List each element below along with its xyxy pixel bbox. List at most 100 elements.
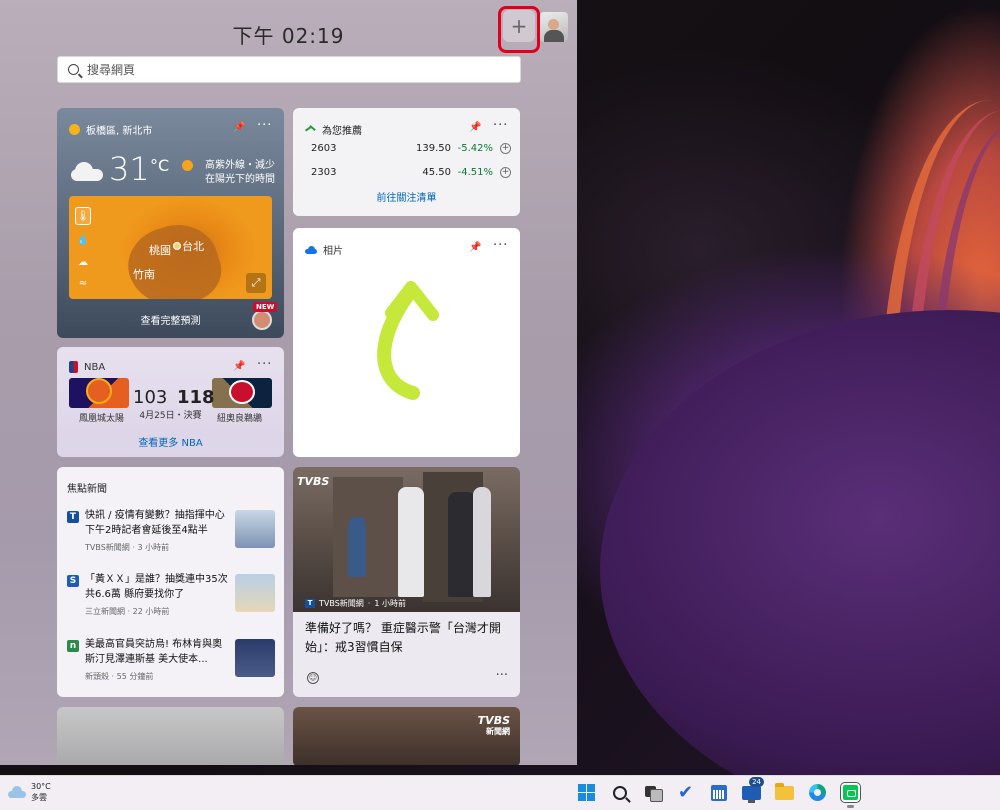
taskbar-weather[interactable]: 30°C 多雲 (8, 781, 51, 803)
taskbar-condition: 多雲 (31, 793, 47, 802)
weather-forecast-link[interactable]: 查看完整預測 (57, 312, 284, 327)
wind-icon[interactable]: ≈ (79, 278, 87, 289)
photos-title: 相片 (323, 246, 343, 257)
start-button[interactable] (574, 780, 599, 805)
user-avatar[interactable] (540, 12, 568, 42)
away-score: 118 (177, 387, 215, 408)
arrow-up-icon (377, 281, 439, 400)
weather-card[interactable]: 板橋區, 新北市 📌 ··· 31 °C 高紫外線・減少在陽光下的時間 🌡 💧 … (57, 108, 284, 338)
news-item[interactable]: n 美最高官員突訪烏! 布林肯與奧斯汀見澤連斯基 美大使本... 新頭殼 · 5… (67, 637, 279, 685)
nba-more-link[interactable]: 查看更多 NBA (57, 434, 284, 449)
search-box[interactable] (57, 56, 521, 83)
featured-news-card[interactable]: TVBS T TVBS新聞網 · 1 小時前 準備好了嗎？ 重症醫示警「台灣才開始」… (293, 467, 520, 697)
task-view-icon (644, 785, 663, 802)
add-stock-icon[interactable]: + (500, 143, 511, 154)
tvbs-logo-icon: T (67, 511, 79, 523)
pin-icon[interactable]: 📌 (233, 122, 245, 133)
game-date: 4月25日・決賽 (139, 411, 202, 421)
more-options-icon[interactable]: ··· (257, 357, 272, 372)
windows-icon (578, 784, 595, 801)
news-card-partial[interactable] (57, 707, 284, 765)
home-score: 103 (133, 387, 168, 408)
away-team-name: 紐奧良鵜鶘 (217, 414, 263, 424)
pelicans-logo (212, 378, 272, 408)
map-layer-selector: 🌡 💧 ☁ ≈ (71, 202, 95, 294)
photos-card[interactable]: 相片 📌 ··· (293, 228, 520, 457)
raindrop-icon[interactable]: 💧 (77, 235, 89, 246)
stock-row[interactable]: 2303 45.50 -4.51% + (311, 167, 511, 178)
edge-button[interactable] (805, 780, 830, 805)
news-meta: 新頭殼 · 55 分鐘前 (85, 672, 154, 681)
more-options-icon[interactable]: ··· (257, 118, 272, 133)
suns-logo (69, 378, 129, 408)
weather-temp: 31 (109, 150, 150, 188)
widgets-panel: 下午 02:19 + 板橋區, 新北市 📌 ··· 31 °C 高紫外線・減少在… (0, 0, 577, 765)
pin-icon[interactable]: 📌 (233, 361, 245, 372)
taskbar: 30°C 多雲 ✔ 24 (0, 775, 1000, 810)
news-photo: TVBS T TVBS新聞網 · 1 小時前 (293, 467, 520, 612)
search-input[interactable] (87, 62, 487, 77)
file-explorer-button[interactable] (772, 780, 797, 805)
news-item[interactable]: T 快訊 / 疫情有變數？抽指揮中心下午2時記者會延後至4點半 TVBS新聞網 … (67, 508, 279, 556)
cloud-icon (71, 158, 103, 181)
news-thumbnail (235, 510, 275, 548)
calendar-button[interactable] (706, 780, 731, 805)
monitor-icon (742, 785, 761, 803)
news-headline: 美最高官員突訪烏! 布林肯與奧斯汀見澤連斯基 美大使本... (85, 639, 223, 665)
more-options-icon[interactable]: ··· (493, 118, 508, 133)
line-app-button[interactable] (838, 780, 863, 808)
news-section-title: 焦點新聞 (67, 484, 107, 495)
uv-icon (182, 160, 193, 171)
thermometer-icon[interactable]: 🌡 (75, 207, 91, 226)
todo-button[interactable]: ✔ (673, 780, 698, 805)
weather-location: 板橋區, 新北市 (86, 126, 153, 137)
stock-symbol: 2603 (311, 143, 337, 154)
news-meta: 三立新聞網 · 22 小時前 (85, 607, 170, 616)
news-thumbnail (235, 574, 275, 612)
cloud-layer-icon[interactable]: ☁ (78, 257, 88, 268)
search-icon (68, 64, 79, 75)
more-options-icon[interactable]: ··· (493, 238, 508, 253)
line-icon (841, 783, 860, 802)
new-feature-avatar[interactable] (252, 310, 272, 330)
news-card-partial[interactable]: TVBS 新聞網 (293, 707, 520, 765)
newtalk-logo-icon: n (67, 640, 79, 652)
taskbar-search-button[interactable] (607, 780, 632, 805)
stock-row[interactable]: 2603 139.50 -5.42% + (311, 143, 511, 154)
calendar-icon (710, 784, 727, 801)
news-headline: 「黃ＸＸ」是誰？抽獎連中35次共6.6萬 縣府要找你了 (85, 574, 228, 600)
expand-icon[interactable]: ⤢ (246, 273, 266, 293)
sanli-logo-icon: S (67, 575, 79, 587)
nba-card[interactable]: NBA 📌 ··· 103 118 4月25日・決賽 鳳凰城太陽 紐奧良鵜鶘 查… (57, 347, 284, 457)
stock-trend-icon (305, 125, 316, 134)
stock-price: 139.50 (416, 143, 451, 154)
watchlist-link[interactable]: 前往關注清單 (293, 189, 520, 204)
pin-icon[interactable]: 📌 (469, 122, 481, 133)
pin-icon[interactable]: 📌 (469, 242, 481, 253)
featured-news-headline[interactable]: 準備好了嗎？ 重症醫示警「台灣才開始」：戒3習慣自保 (305, 619, 510, 657)
cloud-icon (8, 786, 26, 798)
remote-desktop-button[interactable]: 24 (739, 777, 764, 805)
tvbs-logo-icon: T (305, 599, 315, 608)
location-marker-icon (173, 242, 181, 250)
reaction-icon[interactable]: ☺ (307, 672, 319, 684)
panel-time: 下午 02:19 (232, 24, 345, 48)
news-thumbnail (235, 639, 275, 677)
news-item[interactable]: S 「黃ＸＸ」是誰？抽獎連中35次共6.6萬 縣府要找你了 三立新聞網 · 22… (67, 572, 279, 620)
news-meta: TVBS新聞網 · 3 小時前 (85, 543, 170, 552)
taiwan-shape (118, 214, 230, 299)
stocks-card[interactable]: 為您推薦 📌 ··· 2603 139.50 -5.42% + 2303 45.… (293, 108, 520, 216)
notification-badge: 24 (749, 777, 764, 787)
top-news-card: 焦點新聞 T 快訊 / 疫情有變數？抽指揮中心下午2時記者會延後至4點半 TVB… (57, 467, 284, 697)
onedrive-icon (305, 245, 317, 254)
more-options-icon[interactable]: ··· (496, 668, 508, 683)
folder-icon (775, 782, 794, 800)
sun-icon (69, 124, 80, 135)
add-stock-icon[interactable]: + (500, 167, 511, 178)
weather-map[interactable]: 🌡 💧 ☁ ≈ 桃園 台北 竹南 ⤢ (69, 196, 272, 299)
home-team-name: 鳳凰城太陽 (79, 414, 125, 424)
task-view-button[interactable] (640, 780, 665, 805)
watermark: TVBS 新聞網 (477, 714, 510, 736)
stock-change: -4.51% (457, 167, 493, 178)
nba-title: NBA (84, 361, 106, 373)
